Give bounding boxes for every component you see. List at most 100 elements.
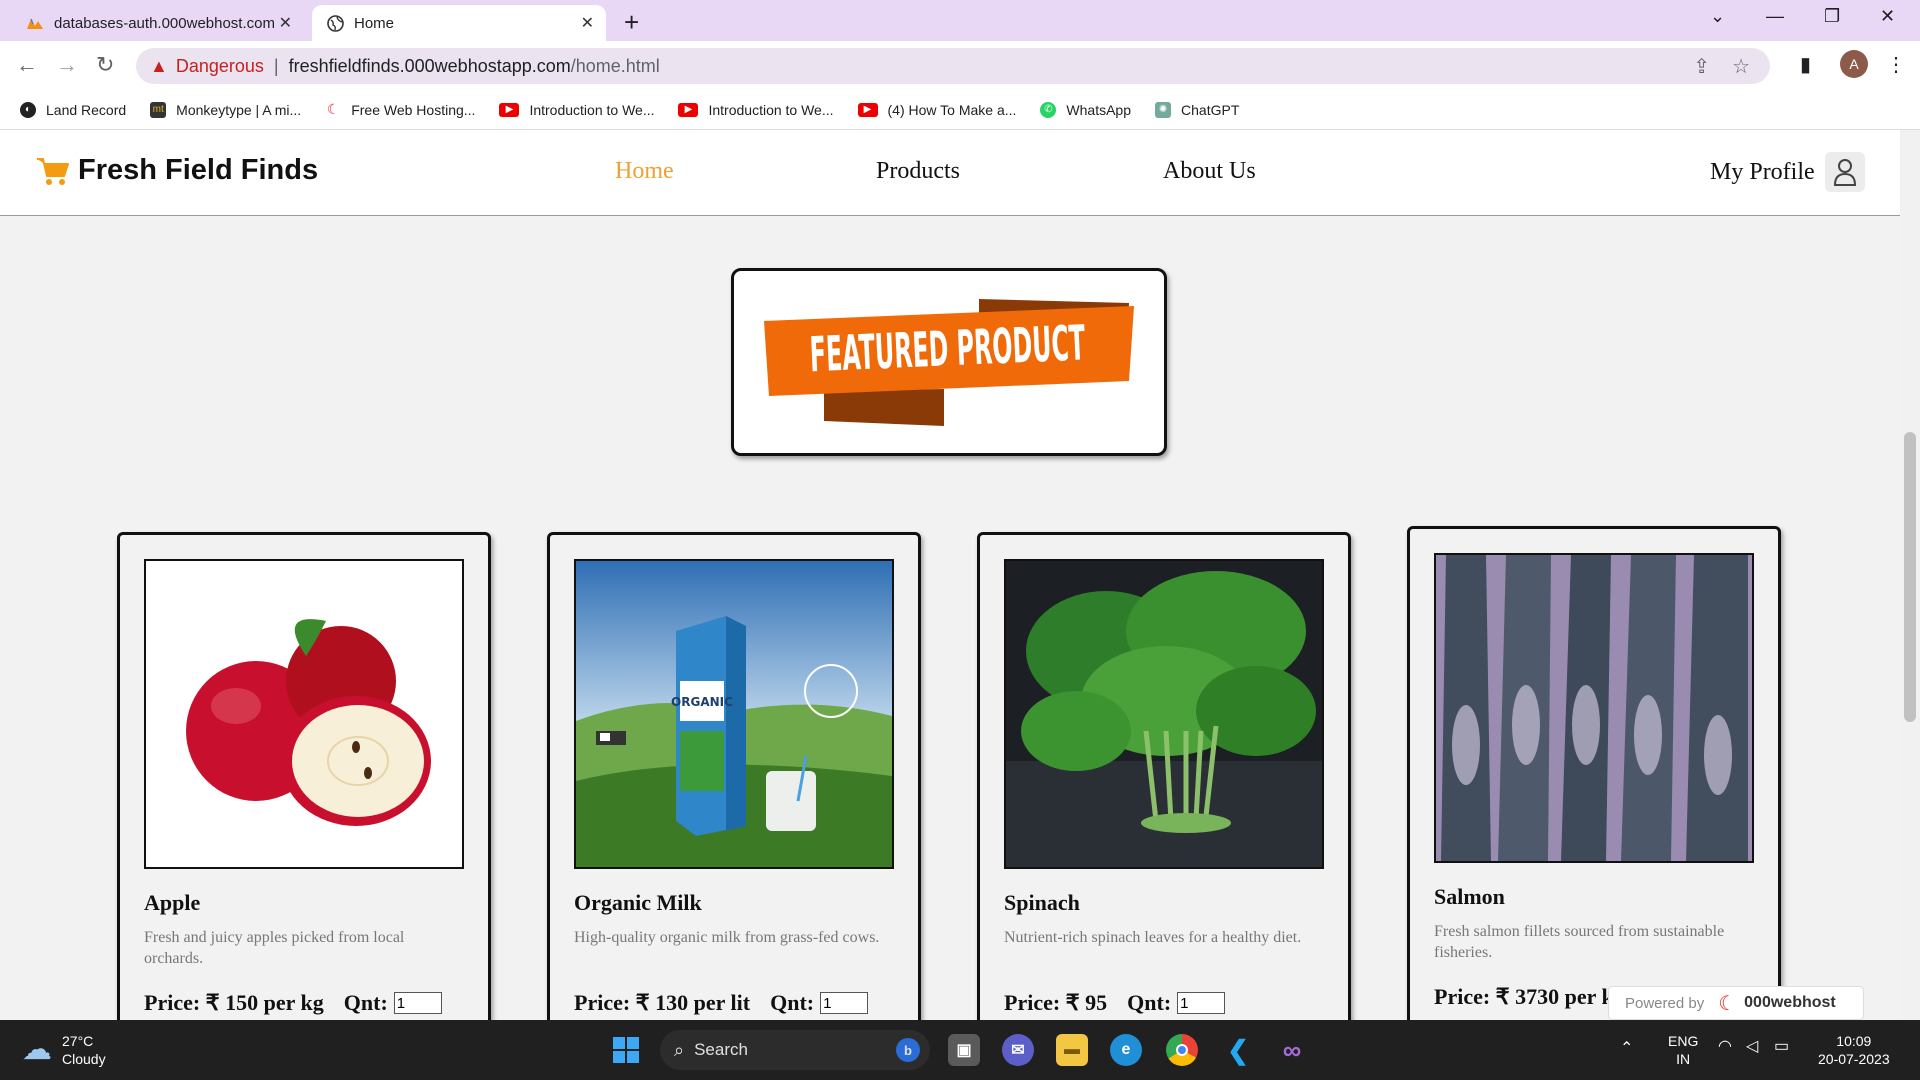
side-panel-icon[interactable]: ▮ xyxy=(1800,52,1811,77)
bookmark-star-icon[interactable]: ☆ xyxy=(1732,54,1750,79)
youtube-icon: ▶ xyxy=(499,102,520,117)
bookmark-item[interactable]: mt Monkeytype | A mi... xyxy=(150,101,301,118)
bookmark-item[interactable]: ✺ ChatGPT xyxy=(1155,101,1240,118)
product-card-salmon: Salmon Fresh salmon fillets sourced from… xyxy=(1407,526,1781,1020)
tab-home[interactable]: Home ✕ xyxy=(312,5,606,41)
weather-widget[interactable]: ☁ 27°C Cloudy xyxy=(22,1032,106,1068)
visual-studio-icon[interactable]: ∞ xyxy=(1276,1034,1308,1066)
featured-ribbon-graphic: FEATURED PRODUCT xyxy=(764,299,1134,426)
youtube-icon: ▶ xyxy=(678,102,699,117)
bing-icon: b xyxy=(896,1038,920,1062)
back-icon[interactable]: ← xyxy=(16,52,38,78)
nav-about-us[interactable]: About Us xyxy=(1163,158,1256,185)
restore-icon[interactable]: ❐ xyxy=(1824,6,1840,27)
site-navbar: Fresh Field Finds Home Products About Us… xyxy=(0,130,1900,216)
price-label: Price: xyxy=(1434,984,1491,1009)
nav-products[interactable]: Products xyxy=(876,158,960,185)
globe-icon: ◐ xyxy=(20,101,36,118)
product-card-organic-milk: ORGANIC Organic Milk High-quality organi… xyxy=(547,532,921,1020)
product-image xyxy=(144,559,464,869)
scrollbar-thumb[interactable] xyxy=(1904,432,1916,722)
powered-by-brand: 000webhost xyxy=(1744,994,1836,1011)
lang-code: ENG xyxy=(1668,1033,1699,1049)
bookmark-label: Introduction to We... xyxy=(529,101,655,118)
bookmark-item[interactable]: ▶ (4) How To Make a... xyxy=(857,102,1016,118)
forward-icon[interactable]: → xyxy=(56,52,78,78)
bookmark-label: Land Record xyxy=(46,101,127,118)
clock[interactable]: 10:09 20-07-2023 xyxy=(1818,1032,1890,1068)
qty-label: Qnt: xyxy=(343,990,388,1015)
reload-icon[interactable]: ↻ xyxy=(96,52,114,78)
minimize-icon[interactable]: — xyxy=(1766,6,1784,27)
taskbar-search[interactable]: ⌕ Search b xyxy=(660,1030,930,1070)
address-bar[interactable]: ▲ Dangerous | freshfieldfinds.000webhost… xyxy=(136,48,1770,84)
chrome-icon[interactable] xyxy=(1166,1034,1198,1066)
warning-icon[interactable]: ▲ xyxy=(150,56,168,77)
windows-start-icon[interactable] xyxy=(610,1034,642,1066)
tab-databases-auth[interactable]: databases-auth.000webhost.com ✕ xyxy=(12,5,304,41)
bookmark-item[interactable]: ◐ Land Record xyxy=(20,101,127,118)
menu-icon[interactable]: ⋮ xyxy=(1886,52,1906,77)
url-path: /home.html xyxy=(570,55,660,76)
bookmark-item[interactable]: ☾ Free Web Hosting... xyxy=(325,101,476,118)
price-row: Price: ₹ 130 per lit Qnt: xyxy=(574,990,869,1016)
close-icon[interactable]: ✕ xyxy=(279,13,292,33)
qty-label: Qnt: xyxy=(770,990,815,1015)
product-image xyxy=(1004,559,1324,869)
bookmark-item[interactable]: ▶ Introduction to We... xyxy=(499,102,654,118)
bookmark-label: Free Web Hosting... xyxy=(351,101,476,118)
avatar[interactable]: A xyxy=(1840,50,1868,78)
product-description: Nutrient-rich spinach leaves for a healt… xyxy=(1004,929,1302,946)
monkeytype-icon: mt xyxy=(150,101,167,118)
powered-by-badge[interactable]: Powered by ☾ 000webhost xyxy=(1608,986,1864,1020)
000webhost-icon: ☾ xyxy=(326,101,340,117)
new-tab-icon[interactable]: + xyxy=(624,7,639,38)
chevron-down-icon[interactable]: ⌄ xyxy=(1710,6,1725,27)
lang-region: IN xyxy=(1676,1051,1691,1067)
nav-my-profile[interactable]: My Profile xyxy=(1710,152,1865,192)
quantity-input[interactable] xyxy=(1177,992,1226,1014)
shopping-cart-icon xyxy=(37,157,69,185)
url-text[interactable]: freshfieldfinds.000webhostapp.com/home.h… xyxy=(289,56,660,77)
task-view-icon[interactable]: ▣ xyxy=(948,1034,980,1066)
vscode-icon[interactable]: ❮ xyxy=(1222,1034,1254,1066)
000webhost-icon: ☾ xyxy=(1718,992,1737,1015)
language-indicator[interactable]: ENG IN xyxy=(1668,1032,1698,1068)
bookmark-label: ChatGPT xyxy=(1181,101,1240,118)
edge-icon[interactable]: e xyxy=(1110,1034,1142,1066)
bookmarks-bar: ◐ Land Record mt Monkeytype | A mi... ☾ … xyxy=(0,90,1920,130)
wifi-icon[interactable]: ◠ xyxy=(1718,1038,1732,1056)
battery-icon[interactable]: ▭ xyxy=(1774,1038,1789,1056)
security-label[interactable]: Dangerous xyxy=(176,56,264,77)
product-price: ₹ 130 per lit xyxy=(635,990,751,1015)
bookmark-item[interactable]: ▶ Introduction to We... xyxy=(678,102,834,118)
featured-product-banner: FEATURED PRODUCT xyxy=(731,268,1167,456)
close-icon[interactable]: ✕ xyxy=(581,13,594,33)
quantity-input[interactable] xyxy=(393,992,442,1014)
site-logo[interactable]: Fresh Field Finds xyxy=(36,154,318,187)
product-name: Apple xyxy=(144,890,201,915)
bookmark-item[interactable]: ✆ WhatsApp xyxy=(1040,101,1131,118)
page-scrollbar[interactable] xyxy=(1900,130,1920,1020)
volume-icon[interactable]: ◁ xyxy=(1746,1038,1758,1056)
powered-by-label: Powered by xyxy=(1625,994,1705,1012)
share-icon[interactable]: ⇪ xyxy=(1693,54,1710,79)
tab-title: Home xyxy=(354,14,395,32)
teams-chat-icon[interactable]: ✉ xyxy=(1002,1034,1034,1066)
url-host: freshfieldfinds.000webhostapp.com xyxy=(288,55,571,76)
product-price: ₹ 150 per kg xyxy=(205,990,324,1015)
youtube-icon: ▶ xyxy=(857,102,878,117)
price-label: Price: xyxy=(574,990,631,1015)
qty-label: Qnt: xyxy=(1127,990,1172,1015)
nav-home[interactable]: Home xyxy=(615,158,674,185)
quantity-input[interactable] xyxy=(820,992,869,1014)
clock-date: 20-07-2023 xyxy=(1818,1051,1890,1067)
file-explorer-icon[interactable]: ▬ xyxy=(1056,1034,1088,1066)
product-card-spinach: Spinach Nutrient-rich spinach leaves for… xyxy=(977,532,1351,1020)
chevron-up-icon[interactable]: ⌃ xyxy=(1620,1040,1633,1058)
close-window-icon[interactable]: ✕ xyxy=(1880,6,1895,27)
product-price: ₹ 3730 per kg xyxy=(1495,984,1625,1009)
price-label: Price: xyxy=(144,990,201,1015)
cloud-icon: ☁ xyxy=(22,1033,52,1066)
weather-temp: 27°C xyxy=(62,1033,94,1049)
